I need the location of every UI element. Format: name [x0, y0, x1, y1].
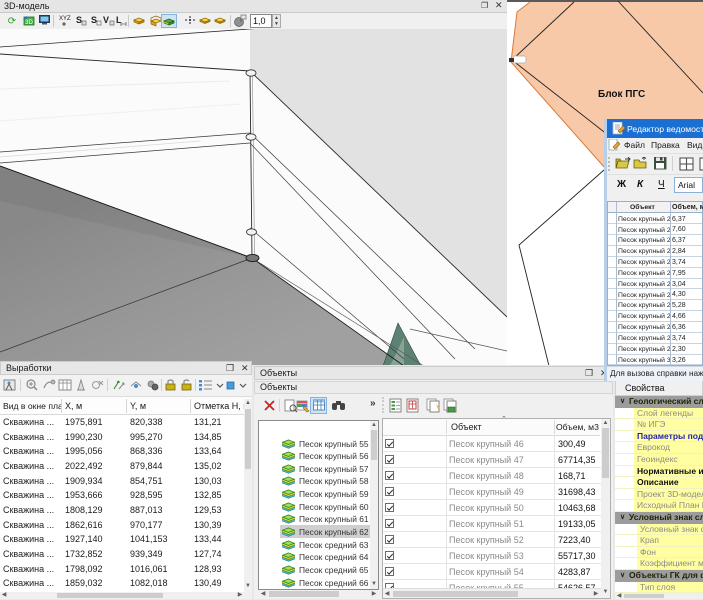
svg-text:V: V — [103, 15, 109, 25]
svg-text:S: S — [91, 15, 97, 25]
svg-text:Блок ПГС: Блок ПГС — [598, 89, 645, 100]
svg-text:S: S — [76, 15, 82, 25]
svg-text:3D: 3D — [25, 20, 33, 26]
svg-text:XYZ: XYZ — [59, 16, 71, 22]
